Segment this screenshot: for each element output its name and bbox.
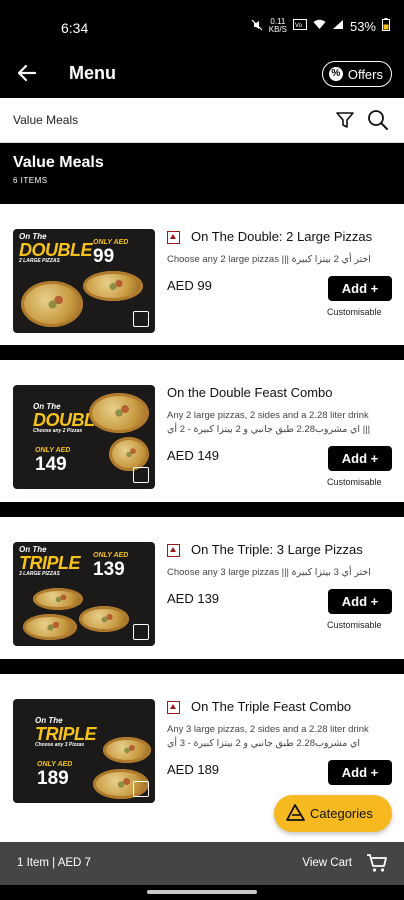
offers-button[interactable]: % Offers [321,61,392,87]
item-price: AED 149 [167,448,220,463]
sides-graphic [109,437,149,471]
brand-logo-icon [133,624,149,640]
pizza-graphic [21,281,83,327]
page-title: Menu [69,63,116,83]
pizza-graphic [89,393,149,433]
battery-percent: 53% [349,18,376,34]
brand-logo-icon [133,781,149,797]
menu-item-card[interactable]: On The DOUBLE Choose any 2 Pizzas ONLY A… [0,360,404,502]
item-name: On The Double: 2 Large Pizzas [191,229,373,244]
cart-summary: 1 Item | AED 7 [17,857,91,869]
promo-price: ONLY AED 139 [93,552,129,580]
menu-item-card[interactable]: On The TRIPLE 3 LARGE PIZZAS ONLY AED 139… [0,517,404,659]
filter-icon[interactable] [334,109,356,131]
item-description: Choose any 2 large pizzas ||| اختر أي 2 … [167,254,371,265]
status-time: 6:34 [61,20,89,36]
item-count: 6 ITEMS [13,176,48,185]
item-name: On The Triple: 3 Large Pizzas [191,542,363,557]
offers-label: Offers [347,66,383,82]
non-veg-icon [167,231,180,244]
add-button[interactable]: Add + [328,760,392,785]
status-bar: 6:34 0.11 KB/S Vo 53% [0,0,404,52]
pizza-graphic [79,606,129,632]
menu-item-card[interactable]: On The DOUBLE 2 LARGE PIZZAS ONLY AED 99 … [0,204,404,345]
item-image: On The TRIPLE Choose any 3 Pizzas ONLY A… [13,699,155,803]
section-title: Value Meals [13,154,104,171]
item-image: On The TRIPLE 3 LARGE PIZZAS ONLY AED 139 [13,542,155,646]
promo-graphic-title: On The TRIPLE 3 LARGE PIZZAS [19,545,81,577]
pizza-graphic [33,588,83,610]
search-icon[interactable] [366,108,390,132]
promo-price: ONLY AED 189 [37,761,73,789]
categories-icon [286,803,306,824]
item-name: On The Triple Feast Combo [191,699,352,714]
item-description: Any 2 large pizzas, 2 sides and a 2.28 l… [167,410,371,435]
customisable-label: Customisable [327,620,382,630]
add-button[interactable]: Add + [328,589,392,614]
item-price: AED 189 [167,762,220,777]
signal-icon [332,19,344,33]
promo-price: ONLY AED 99 [93,239,129,267]
item-description: Choose any 3 large pizzas ||| اختر أي 3 … [167,567,371,578]
promo-graphic-title: On The DOUBLE 2 LARGE PIZZAS [19,232,93,264]
item-name: On the Double Feast Combo [167,385,333,400]
current-category: Value Meals [13,113,79,127]
item-price: AED 99 [167,278,212,293]
item-image: On The DOUBLE Choose any 2 Pizzas ONLY A… [13,385,155,489]
pizza-graphic [23,614,77,640]
back-arrow-icon[interactable] [16,62,38,84]
category-bar: Value Meals [0,98,404,143]
app-bar: Menu % Offers [0,52,404,98]
cart-bar[interactable]: 1 Item | AED 7 View Cart [0,842,404,885]
add-button[interactable]: Add + [328,446,392,471]
status-icons: 0.11 KB/S Vo 53% [251,18,390,34]
non-veg-icon [167,544,180,557]
battery-icon [382,18,390,34]
mute-icon [251,19,263,34]
item-price: AED 139 [167,591,220,606]
pizza-graphic [83,271,143,301]
cart-icon[interactable] [366,852,388,874]
svg-text:Vo: Vo [295,23,303,29]
categories-button[interactable]: Categories [274,795,392,832]
promo-graphic-title: On The TRIPLE Choose any 3 Pizzas [35,716,97,748]
sides-graphic [103,737,151,763]
customisable-label: Customisable [327,307,382,317]
item-image: On The DOUBLE 2 LARGE PIZZAS ONLY AED 99 [13,229,155,333]
item-description: Any 3 large pizzas, 2 sides and a 2.28 l… [167,724,369,749]
volte-icon: Vo [292,19,307,33]
promo-price: ONLY AED 149 [35,447,71,475]
customisable-label: Customisable [327,477,382,487]
wifi-icon [313,19,326,33]
data-speed: 0.11 KB/S [268,17,287,34]
add-button[interactable]: Add + [328,276,392,301]
non-veg-icon [167,701,180,714]
gesture-nav-handle[interactable] [147,890,257,894]
categories-label: Categories [310,806,373,821]
brand-logo-icon [133,467,149,483]
offers-icon: % [328,67,343,81]
brand-logo-icon [133,311,149,327]
view-cart-button[interactable]: View Cart [302,857,352,869]
section-header: Value Meals 6 ITEMS [0,143,404,199]
